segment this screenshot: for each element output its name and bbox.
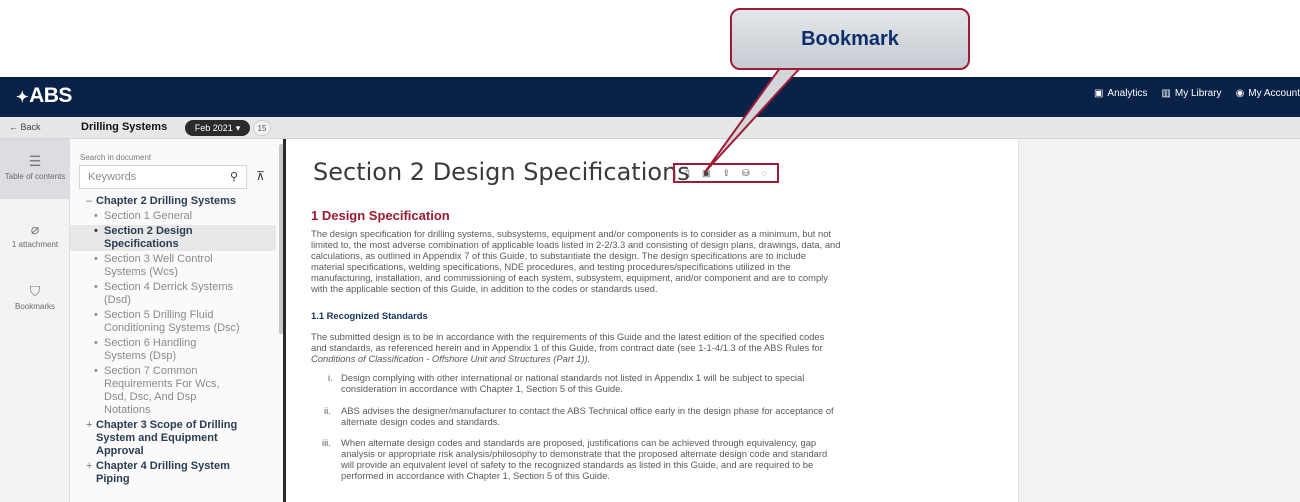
callout-label: Bookmark xyxy=(801,27,899,50)
callout-pointer xyxy=(704,67,801,173)
bookmark-callout: Bookmark xyxy=(730,8,970,70)
